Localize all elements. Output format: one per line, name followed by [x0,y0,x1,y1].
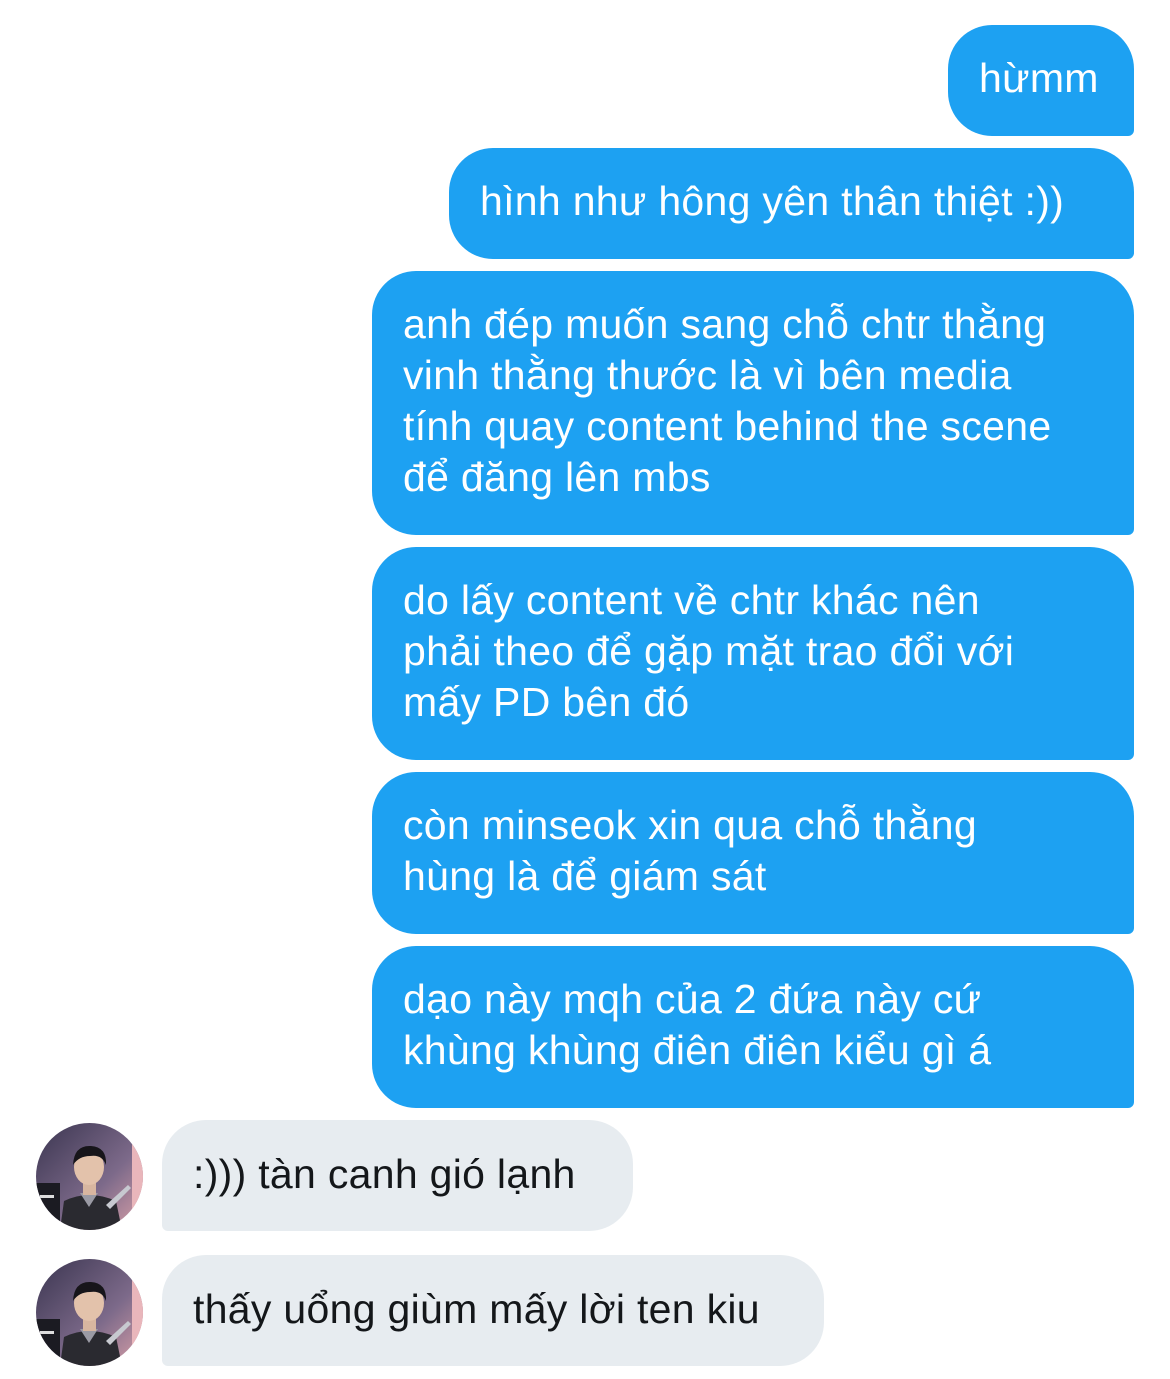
outgoing-message[interactable]: hừmm [948,25,1134,136]
message-text: tính quay content behind the scene [403,403,1052,449]
message-text: hừmm [979,55,1099,101]
outgoing-message[interactable]: do lấy content về chtr khác nên phải the… [372,547,1134,760]
message-text: vinh thằng thước là vì bên media [403,352,1012,398]
message-text: thấy uổng giùm mấy lời ten kiu [193,1286,760,1332]
outgoing-message[interactable]: dạo này mqh của 2 đứa này cứ khùng khùng… [372,946,1134,1108]
message-text: mấy PD bên đó [403,679,690,725]
message-text: :))) tàn canh gió lạnh [193,1151,576,1197]
message-text: hùng là để giám sát [403,853,767,899]
user-photo-icon [36,1259,143,1366]
avatar[interactable] [36,1123,143,1230]
message-text: khùng khùng điên điên kiểu gì á [403,1027,992,1073]
outgoing-message[interactable]: còn minseok xin qua chỗ thằng hùng là để… [372,772,1134,934]
avatar[interactable] [36,1259,143,1366]
message-text: do lấy content về chtr khác nên [403,577,980,623]
outgoing-message[interactable]: anh đép muốn sang chỗ chtr thằng vinh th… [372,271,1134,535]
message-text: để đăng lên mbs [403,454,711,500]
incoming-message[interactable]: :))) tàn canh gió lạnh [162,1120,633,1231]
incoming-message[interactable]: thấy uổng giùm mấy lời ten kiu [162,1255,824,1366]
user-photo-icon [36,1123,143,1230]
message-text: còn minseok xin qua chỗ thằng [403,802,977,848]
message-text: anh đép muốn sang chỗ chtr thằng [403,301,1047,347]
message-text: phải theo để gặp mặt trao đổi với [403,628,1015,674]
message-text: dạo này mqh của 2 đứa này cứ [403,976,982,1022]
outgoing-message[interactable]: hình như hông yên thân thiệt :)) [449,148,1134,259]
message-text: hình như hông yên thân thiệt :)) [480,178,1065,224]
